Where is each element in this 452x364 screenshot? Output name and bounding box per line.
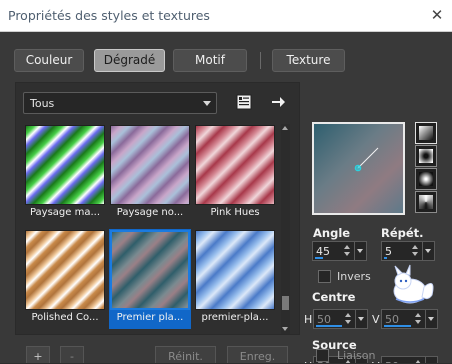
repeat-dropdown-icon[interactable] bbox=[422, 242, 434, 260]
center-v-label: V bbox=[372, 313, 380, 326]
center-h-input[interactable]: 50 bbox=[313, 309, 368, 329]
repeat-input[interactable]: 5 bbox=[381, 241, 435, 261]
repeat-label: Répét. bbox=[381, 226, 424, 240]
gradient-preview-image bbox=[110, 125, 190, 205]
invert-checkbox[interactable] bbox=[318, 270, 331, 283]
linear-gradient-icon bbox=[419, 126, 433, 140]
sunburst-style-button[interactable] bbox=[415, 168, 437, 190]
link-checkbox[interactable] bbox=[316, 349, 329, 362]
linear-style-button[interactable] bbox=[415, 122, 437, 144]
tab-separator bbox=[260, 52, 261, 69]
dialog-body: Couleur Dégradé Motif Texture Tous Paysa… bbox=[0, 32, 452, 364]
center-v-spinner-icon[interactable] bbox=[414, 312, 423, 326]
gradient-preview-image bbox=[25, 125, 105, 205]
radial-gradient-icon bbox=[419, 195, 433, 209]
mascot-logo-icon bbox=[388, 263, 438, 307]
remove-gradient-button[interactable]: - bbox=[60, 346, 84, 364]
tab-motif[interactable]: Motif bbox=[173, 49, 247, 72]
gradient-label: Polished Co... bbox=[31, 312, 99, 323]
chevron-down-icon bbox=[203, 101, 211, 106]
gradient-thumbnails: Paysage ma... Paysage no... Pink Hues Po… bbox=[24, 124, 280, 334]
angle-label: Angle bbox=[313, 226, 351, 240]
invert-label: Invers bbox=[337, 270, 371, 283]
scroll-up-icon[interactable] bbox=[282, 126, 288, 130]
add-gradient-button[interactable]: + bbox=[26, 346, 50, 364]
gradient-label: premier-pla... bbox=[201, 312, 269, 323]
gradient-item[interactable]: Polished Co... bbox=[24, 229, 106, 329]
repeat-slider-bar bbox=[384, 257, 387, 259]
tab-couleur[interactable]: Couleur bbox=[14, 49, 84, 72]
gradient-item[interactable]: Paysage no... bbox=[109, 124, 191, 224]
tab-degrade[interactable]: Dégradé bbox=[94, 49, 165, 72]
gradient-item-selected[interactable]: Premier pla... bbox=[109, 229, 191, 329]
angle-dropdown-icon[interactable] bbox=[354, 242, 366, 260]
center-v-input[interactable]: 50 bbox=[381, 309, 438, 329]
gradient-label: Premier pla... bbox=[116, 312, 184, 323]
category-selected: Tous bbox=[30, 97, 55, 110]
close-icon[interactable]: ✕ bbox=[426, 4, 448, 26]
gradient-label: Pink Hues bbox=[210, 207, 260, 218]
gradient-label: Paysage no... bbox=[116, 207, 184, 218]
rectangular-gradient-icon bbox=[419, 149, 433, 163]
gradient-preview-image bbox=[110, 230, 190, 310]
radial-style-button[interactable] bbox=[415, 191, 437, 213]
center-h-dropdown-icon[interactable] bbox=[355, 310, 367, 328]
tab-texture[interactable]: Texture bbox=[272, 49, 345, 72]
title-bar: Propriétés des styles et textures ✕ bbox=[0, 0, 452, 32]
gradient-item[interactable]: premier-pla... bbox=[194, 229, 276, 329]
scroll-thumb[interactable] bbox=[282, 296, 289, 310]
center-v-slider-bar bbox=[384, 325, 411, 327]
center-h-spinner-icon[interactable] bbox=[344, 312, 353, 326]
gradient-item[interactable]: Paysage ma... bbox=[24, 124, 106, 224]
library-icon[interactable] bbox=[236, 94, 254, 112]
scroll-down-icon[interactable] bbox=[282, 327, 288, 331]
reset-button[interactable]: Réinit. bbox=[155, 346, 216, 364]
angle-slider-bar bbox=[315, 257, 323, 259]
window-title: Propriétés des styles et textures bbox=[8, 8, 210, 23]
angle-input[interactable]: 45 bbox=[312, 241, 367, 261]
link-label: Liaison bbox=[337, 349, 376, 362]
rectangular-style-button[interactable] bbox=[415, 145, 437, 167]
sunburst-gradient-icon bbox=[419, 172, 433, 186]
category-dropdown[interactable]: Tous bbox=[23, 92, 217, 114]
gradient-preview[interactable] bbox=[312, 122, 405, 215]
gradient-label: Paysage ma... bbox=[29, 207, 101, 218]
gradient-preview-image bbox=[195, 125, 275, 205]
gradient-item[interactable]: Pink Hues bbox=[194, 124, 276, 224]
arrow-right-icon[interactable] bbox=[270, 94, 288, 112]
center-v-dropdown-icon[interactable] bbox=[425, 310, 437, 328]
gradient-preview-image bbox=[25, 230, 105, 310]
thumbnails-scrollbar[interactable] bbox=[281, 124, 290, 334]
center-h-slider-bar bbox=[316, 325, 342, 327]
save-button[interactable]: Enreg. bbox=[227, 346, 288, 364]
repeat-spinner-icon[interactable] bbox=[411, 244, 420, 258]
center-label: Centre bbox=[312, 290, 356, 304]
center-h-label: H bbox=[304, 313, 313, 326]
gradient-preview-image bbox=[195, 230, 275, 310]
angle-spinner-icon[interactable] bbox=[343, 244, 352, 258]
